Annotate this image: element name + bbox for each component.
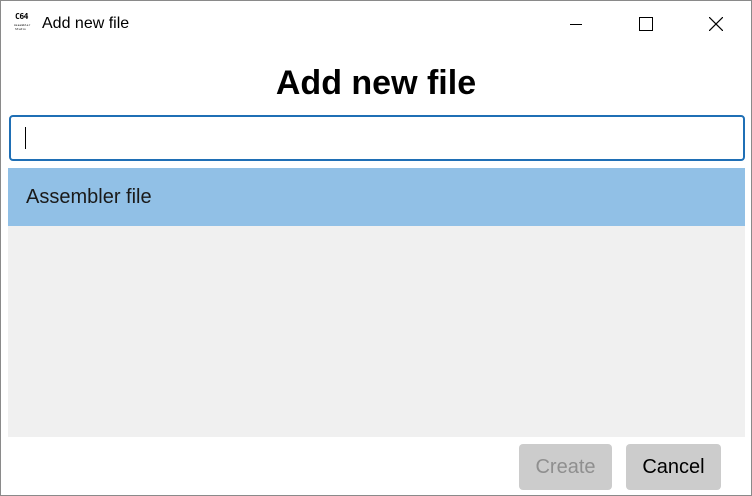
dialog-heading: Add new file (275, 64, 477, 102)
minimize-button[interactable] (541, 1, 611, 46)
maximize-button[interactable] (611, 1, 681, 46)
cancel-button[interactable]: Cancel (626, 444, 721, 490)
app-icon-subtext-2: Studio (15, 27, 26, 31)
minimize-icon (570, 23, 582, 25)
file-type-list[interactable]: Assembler file (8, 168, 745, 437)
app-icon: C64 Assembler Studio (14, 13, 36, 33)
create-button[interactable]: Create (519, 444, 612, 490)
title-bar[interactable]: C64 Assembler Studio Add new file (1, 1, 751, 46)
close-button[interactable] (681, 1, 751, 46)
add-new-file-window: C64 Assembler Studio Add new file Add ne… (0, 0, 752, 496)
app-icon-text: C64 (15, 12, 28, 21)
file-name-input[interactable] (9, 115, 745, 161)
maximize-icon (639, 16, 653, 31)
close-icon (709, 16, 723, 31)
list-item-label: Assembler file (26, 185, 152, 208)
text-caret (25, 127, 26, 149)
window-title: Add new file (42, 15, 130, 32)
list-item-assembler-file[interactable]: Assembler file (8, 168, 745, 226)
